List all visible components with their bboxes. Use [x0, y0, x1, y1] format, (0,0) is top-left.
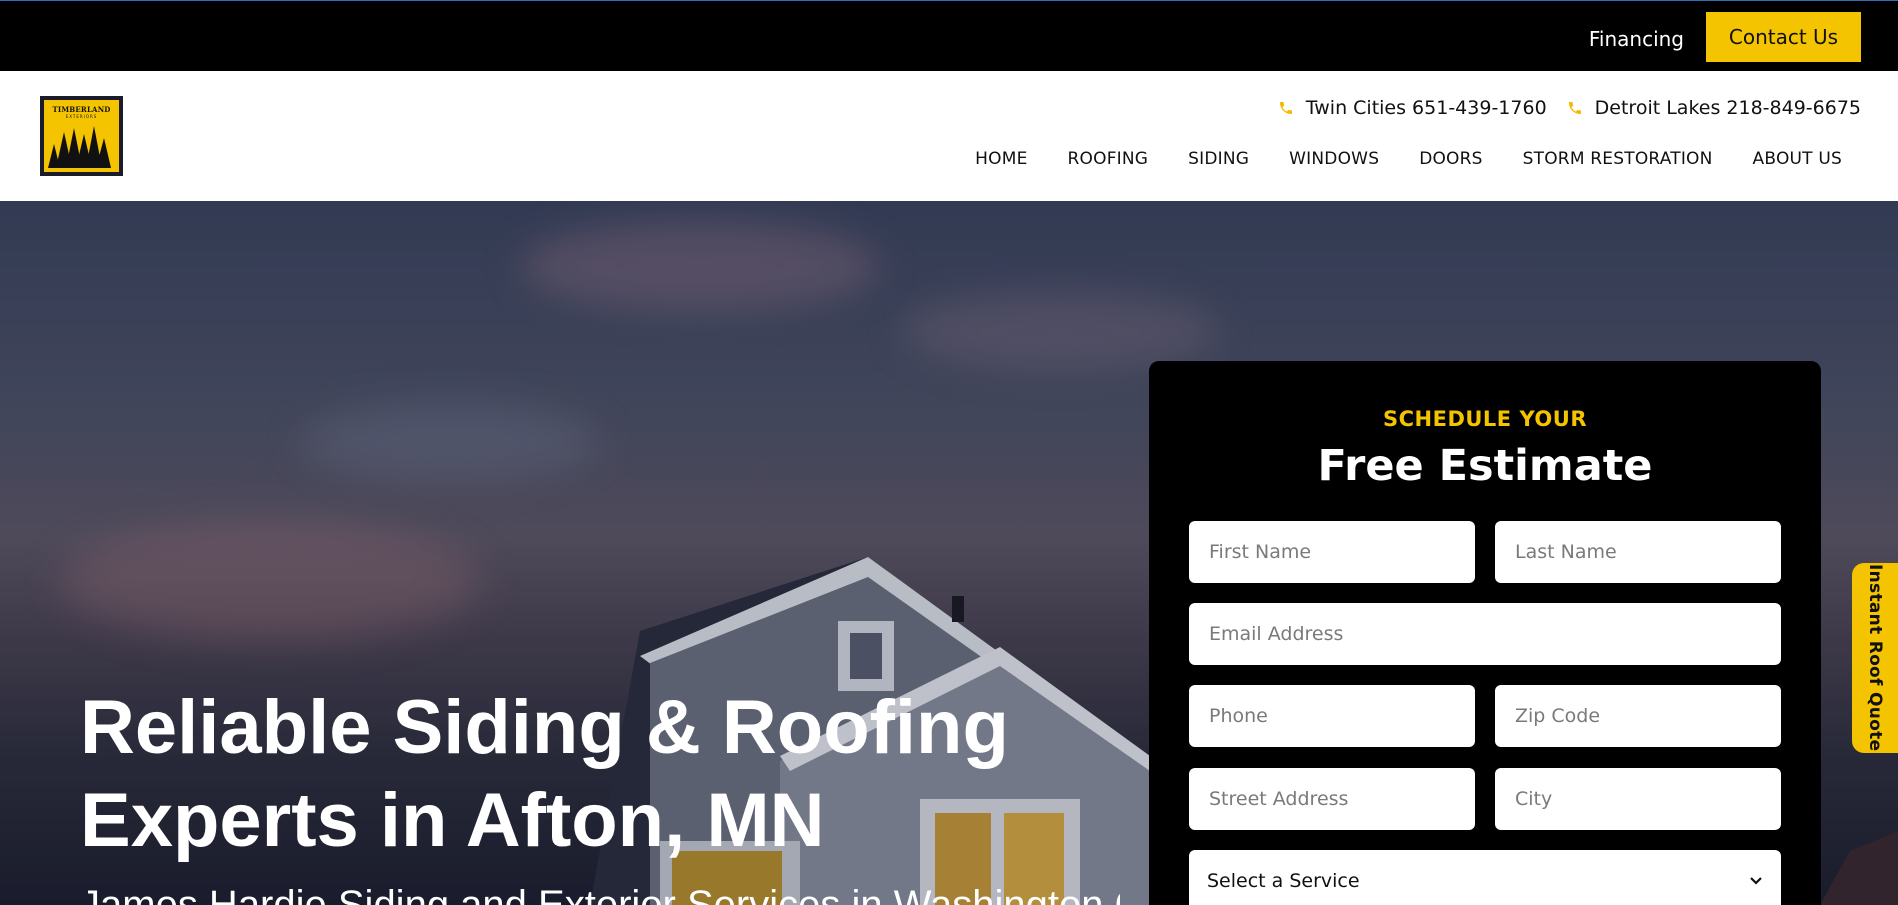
service-select[interactable]: Select a Service [1189, 850, 1781, 905]
nav-roofing[interactable]: ROOFING [1068, 149, 1149, 169]
logo-badge: TIMBERLAND EXTERIORS [44, 100, 119, 172]
company-logo[interactable]: TIMBERLAND EXTERIORS [40, 96, 123, 176]
hero-section: Reliable Siding & Roofing Experts in Aft… [0, 201, 1898, 905]
pine-trees-icon [48, 126, 111, 168]
top-bar: Financing Contact Us [0, 0, 1898, 71]
logo-text: TIMBERLAND [52, 105, 111, 114]
phone-icon [1568, 102, 1581, 114]
chevron-down-icon [1750, 877, 1762, 885]
nav-home[interactable]: HOME [975, 149, 1027, 169]
phone-twin-cities[interactable]: Twin Cities 651-439-1760 [1278, 97, 1547, 119]
street-address-field[interactable] [1189, 768, 1475, 830]
phone-field[interactable] [1189, 685, 1475, 747]
instant-roof-quote-tab[interactable]: Instant Roof Quote [1852, 563, 1898, 753]
nav-doors[interactable]: DOORS [1419, 149, 1482, 169]
hero-title: Reliable Siding & Roofing Experts in Aft… [80, 681, 1120, 867]
city-field[interactable] [1495, 768, 1781, 830]
phone-label: Twin Cities 651-439-1760 [1305, 97, 1547, 119]
phone-detroit-lakes[interactable]: Detroit Lakes 218-849-6675 [1567, 97, 1861, 119]
form-title: Free Estimate [1317, 441, 1653, 491]
nav-storm-restoration[interactable]: STORM RESTORATION [1523, 149, 1713, 169]
nav-about-us[interactable]: ABOUT US [1753, 149, 1842, 169]
nav-siding[interactable]: SIDING [1188, 149, 1249, 169]
hero-title-line2: Experts in Afton, MN [80, 778, 825, 863]
zip-code-field[interactable] [1495, 685, 1781, 747]
phone-numbers: Twin Cities 651-439-1760 Detroit Lakes 2… [1278, 97, 1861, 119]
main-nav: HOME ROOFING SIDING WINDOWS DOORS STORM … [975, 149, 1842, 169]
first-name-field[interactable] [1189, 521, 1475, 583]
side-tab-label: Instant Roof Quote [1865, 564, 1885, 752]
email-field[interactable] [1189, 603, 1781, 665]
hero-subtitle: James Hardie Siding and Exterior Service… [80, 883, 1120, 905]
site-header: TIMBERLAND EXTERIORS Twin Cities 651-439… [0, 71, 1898, 201]
estimate-form: SCHEDULE YOUR Free Estimate Select a Ser… [1149, 361, 1821, 905]
logo-subtext: EXTERIORS [65, 114, 98, 119]
phone-icon [1279, 102, 1292, 114]
nav-windows[interactable]: WINDOWS [1289, 149, 1379, 169]
form-kicker: SCHEDULE YOUR [1382, 407, 1587, 431]
service-select-value: Select a Service [1207, 870, 1360, 892]
financing-link[interactable]: Financing [1589, 27, 1684, 51]
last-name-field[interactable] [1495, 521, 1781, 583]
phone-label: Detroit Lakes 218-849-6675 [1594, 97, 1861, 119]
contact-us-button[interactable]: Contact Us [1706, 12, 1861, 62]
hero-title-line1: Reliable Siding & Roofing [80, 685, 1009, 770]
